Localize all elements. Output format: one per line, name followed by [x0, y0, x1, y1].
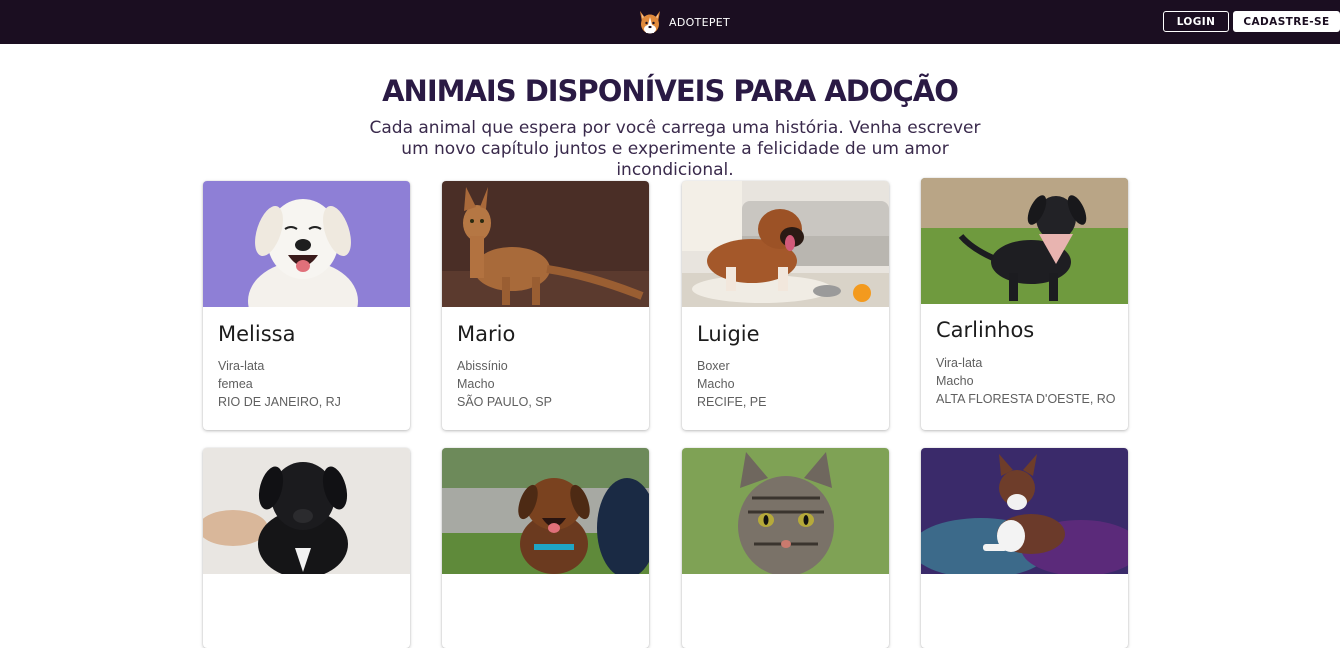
animal-sex: femea [218, 377, 253, 391]
animal-photo [442, 448, 649, 574]
animal-details: Vira-lata femea RIO DE JANEIRO, RJ [218, 357, 398, 411]
animal-location: ALTA FLORESTA D'OESTE, RO [936, 392, 1116, 406]
animal-details: Boxer Macho RECIFE, PE [697, 357, 877, 411]
animal-breed: Boxer [697, 359, 730, 373]
animal-sex: Macho [457, 377, 495, 391]
animal-photo [921, 178, 1128, 304]
animal-location: SÃO PAULO, SP [457, 395, 552, 409]
page-title: ANIMAIS DISPONÍVEIS PARA ADOÇÃO [382, 74, 959, 108]
animal-name: Mario [457, 322, 516, 346]
animal-photo [442, 181, 649, 307]
animal-sex: Macho [936, 374, 974, 388]
brand-name: ADOTEPET [669, 15, 731, 29]
animal-sex: Macho [697, 377, 735, 391]
animal-card[interactable] [442, 448, 649, 648]
animal-card[interactable] [682, 448, 889, 648]
animal-name: Carlinhos [936, 318, 1035, 342]
animal-name: Melissa [218, 322, 296, 346]
login-button[interactable]: LOGIN [1163, 11, 1229, 32]
animal-card[interactable]: Melissa Vira-lata femea RIO DE JANEIRO, … [203, 181, 410, 430]
animal-photo [682, 448, 889, 574]
brand[interactable]: ADOTEPET [637, 7, 730, 37]
animal-breed: Vira-lata [218, 359, 265, 373]
animal-photo [203, 448, 410, 574]
page-subtitle: Cada animal que espera por você carrega … [369, 118, 981, 180]
animal-card[interactable]: Carlinhos Vira-lata Macho ALTA FLORESTA … [921, 178, 1128, 430]
animal-name: Luigie [697, 322, 760, 346]
animal-breed: Vira-lata [936, 356, 983, 370]
animal-card[interactable] [921, 448, 1128, 648]
animal-photo [203, 181, 410, 307]
animal-card[interactable] [203, 448, 410, 648]
corgi-logo-icon [640, 11, 660, 34]
animal-details: Abissínio Macho SÃO PAULO, SP [457, 357, 637, 411]
animal-photo [682, 181, 889, 307]
animal-location: RIO DE JANEIRO, RJ [218, 395, 341, 409]
top-navbar: ADOTEPET LOGIN CADASTRE-SE [0, 0, 1340, 44]
signup-button[interactable]: CADASTRE-SE [1233, 11, 1340, 32]
animal-breed: Abissínio [457, 359, 508, 373]
animal-card[interactable]: Luigie Boxer Macho RECIFE, PE [682, 181, 889, 430]
animal-photo [921, 448, 1128, 574]
animal-location: RECIFE, PE [697, 395, 767, 409]
animal-card[interactable]: Mario Abissínio Macho SÃO PAULO, SP [442, 181, 649, 430]
animal-details: Vira-lata Macho ALTA FLORESTA D'OESTE, R… [936, 354, 1116, 408]
